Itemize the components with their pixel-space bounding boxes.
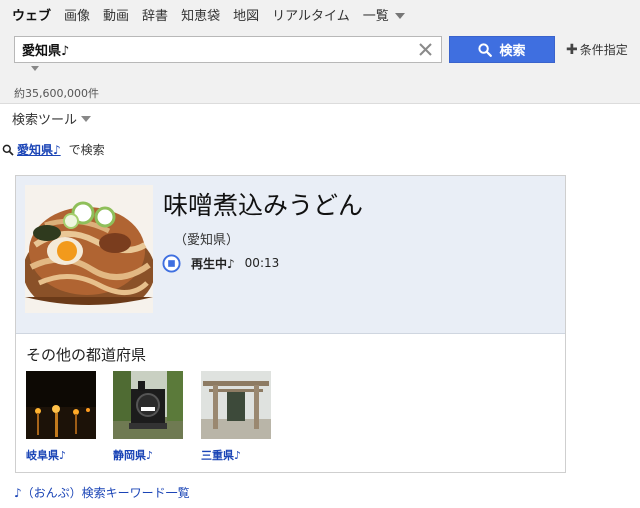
- search-suggestion: 愛知県♪ で検索: [2, 141, 105, 158]
- prefecture-item-shizuoka[interactable]: 静岡県♪: [113, 371, 183, 463]
- search-icon: [2, 144, 14, 156]
- steam-locomotive-image: [113, 371, 183, 439]
- prefecture-label[interactable]: 三重県♪: [201, 447, 271, 463]
- tab-chiebukuro[interactable]: 知恵袋: [181, 5, 220, 24]
- playback-status: 再生中♪ 00:13: [162, 252, 279, 274]
- other-prefectures-title: その他の都道府県: [26, 346, 147, 364]
- suggestion-link[interactable]: 愛知県♪: [17, 141, 61, 158]
- plus-icon: ✚: [566, 41, 578, 58]
- result-count: 約35,600,000件: [14, 87, 99, 100]
- search-input[interactable]: [15, 37, 410, 62]
- keyword-list-link[interactable]: ♪（おんぷ）検索キーワード一覧: [14, 484, 190, 501]
- search-button[interactable]: 検索: [449, 36, 555, 63]
- chevron-down-icon: [81, 115, 92, 122]
- dish-title[interactable]: 味噌煮込みうどん: [163, 186, 363, 222]
- prefecture-label[interactable]: 岐阜県♪: [26, 447, 96, 463]
- shizuoka-thumbnail: [113, 371, 183, 439]
- tab-list-label: 一覧: [362, 8, 389, 24]
- tab-list-menu[interactable]: 一覧: [363, 5, 405, 24]
- prefecture-item-gifu[interactable]: 岐阜県♪: [26, 371, 96, 463]
- tab-images[interactable]: 画像: [64, 5, 90, 24]
- play-status: 再生中♪: [191, 256, 235, 271]
- night-fire-image: [26, 371, 96, 439]
- mie-thumbnail: [201, 371, 271, 439]
- search-conditions-label: 条件指定: [579, 43, 628, 57]
- dish-photo[interactable]: [25, 185, 153, 313]
- close-icon[interactable]: [418, 42, 433, 57]
- search-conditions-link[interactable]: ✚ 条件指定: [566, 41, 628, 58]
- search-button-label: 検索: [499, 44, 526, 59]
- tab-web[interactable]: ウェブ: [12, 5, 51, 24]
- stop-icon[interactable]: [162, 253, 181, 273]
- now-playing-panel: 味噌煮込みうどん （愛知県） 再生中♪ 00:13: [16, 176, 565, 334]
- search-tools-toggle[interactable]: 検索ツール: [12, 109, 92, 128]
- gifu-thumbnail: [26, 371, 96, 439]
- prefecture-item-mie[interactable]: 三重県♪: [201, 371, 271, 463]
- dish-prefecture: （愛知県）: [174, 233, 240, 248]
- search-box: [14, 36, 442, 63]
- suggestion-suffix: で検索: [68, 143, 105, 157]
- search-header: ウェブ 画像 動画 辞書 知恵袋 地図 リアルタイム 一覧 検索 ✚ 条件指定 …: [0, 0, 640, 104]
- sound-search-card: 味噌煮込みうどん （愛知県） 再生中♪ 00:13 その他の都道府県 岐阜県♪ …: [15, 175, 566, 473]
- vertical-tabs: ウェブ 画像 動画 辞書 知恵袋 地図 リアルタイム 一覧: [12, 4, 418, 24]
- chevron-down-icon: [394, 13, 405, 19]
- tab-video[interactable]: 動画: [103, 5, 129, 24]
- tab-realtime[interactable]: リアルタイム: [272, 5, 350, 24]
- history-dropdown-icon[interactable]: [31, 66, 39, 71]
- tab-dictionary[interactable]: 辞書: [142, 5, 168, 24]
- tab-map[interactable]: 地図: [233, 5, 259, 24]
- torii-gate-image: [201, 371, 271, 439]
- miso-udon-image: [25, 185, 153, 313]
- search-tools-label: 検索ツール: [12, 113, 78, 128]
- search-icon: [478, 42, 493, 57]
- prefecture-label[interactable]: 静岡県♪: [113, 447, 183, 463]
- play-time: 00:13: [244, 256, 280, 270]
